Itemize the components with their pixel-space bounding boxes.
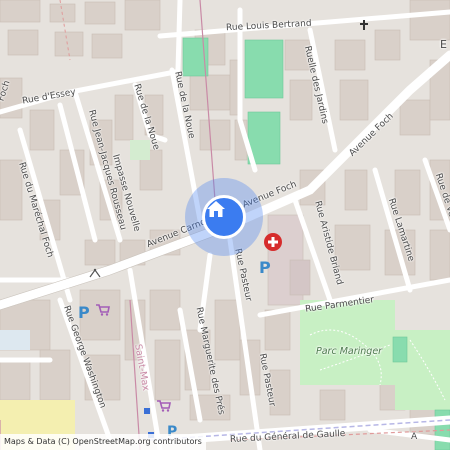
map-view[interactable]: Rue Louis Bertrand Rue d'Essey Foch Rue … bbox=[0, 0, 450, 450]
location-marker[interactable] bbox=[185, 178, 263, 256]
map-attribution[interactable]: Maps & Data (C) OpenStreetMap.org contri… bbox=[0, 434, 206, 450]
hospital-cross-icon[interactable] bbox=[264, 233, 282, 251]
place-label-edge-bottom-right: A bbox=[411, 432, 418, 442]
park-label-parc-maringer: Parc Maringer bbox=[316, 346, 383, 357]
parking-icon[interactable]: P bbox=[78, 303, 90, 322]
place-label-edge-top-right: E bbox=[440, 38, 447, 51]
parking-icon[interactable]: P bbox=[259, 258, 271, 277]
station-icon[interactable] bbox=[144, 408, 150, 414]
home-icon[interactable] bbox=[202, 195, 246, 239]
